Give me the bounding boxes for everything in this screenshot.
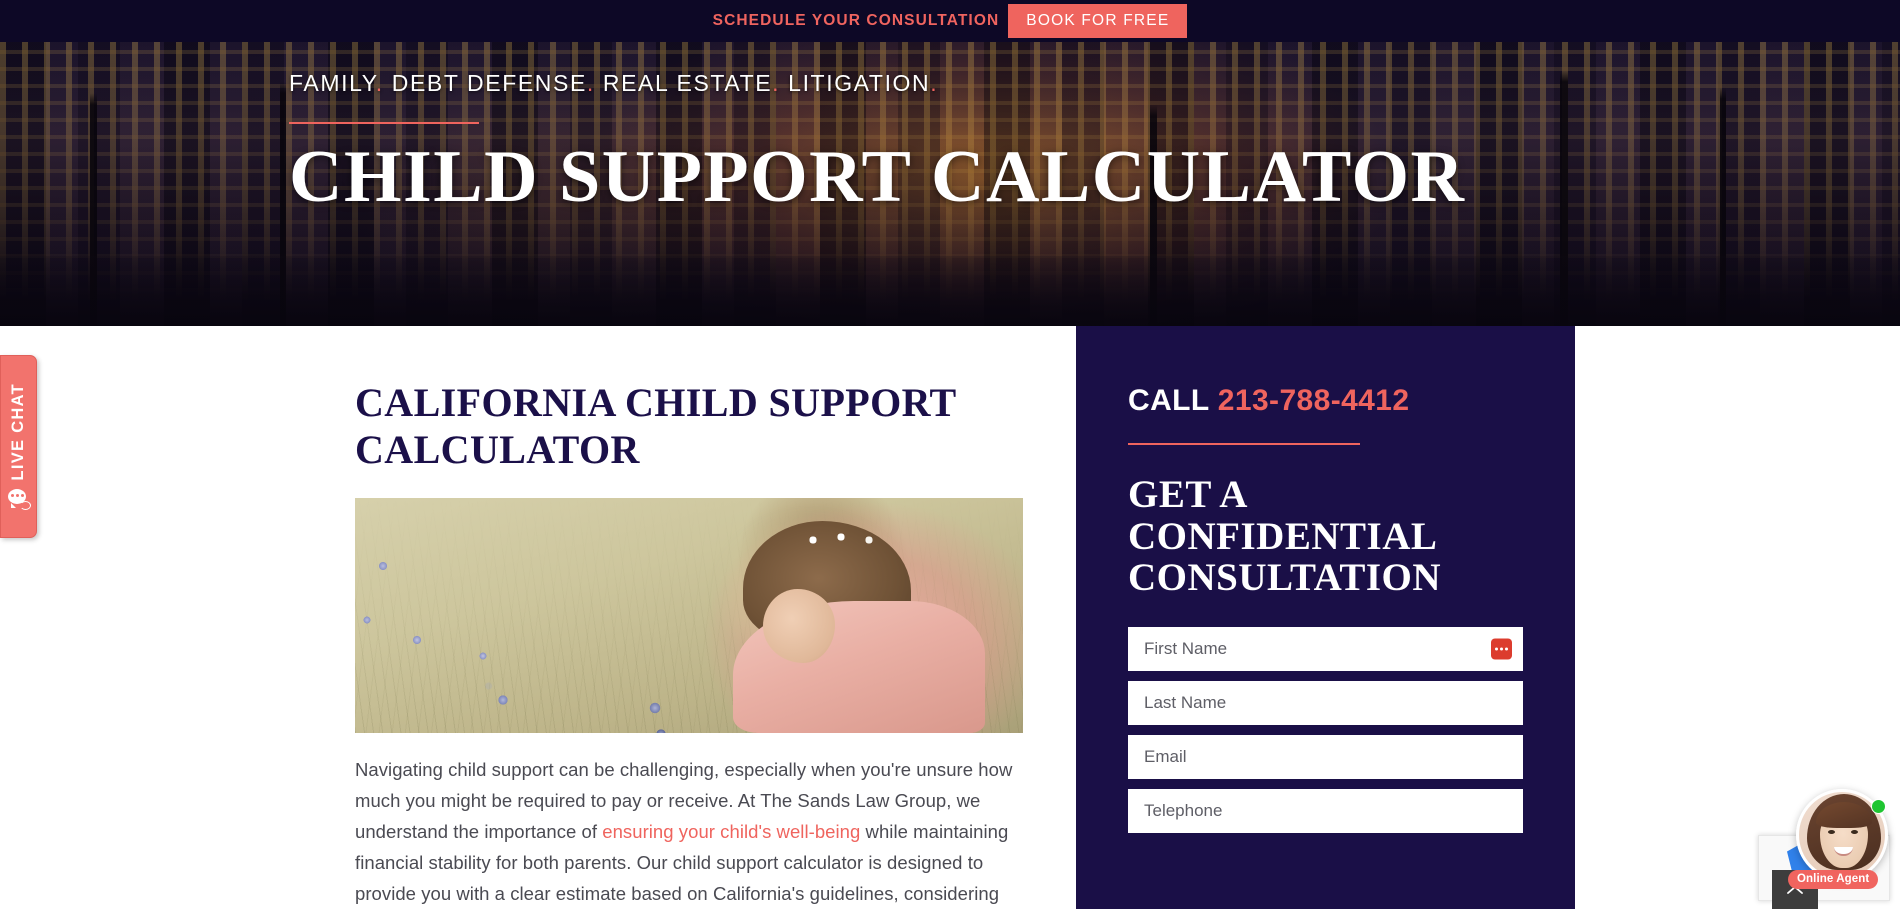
form-heading: GET A CONFIDENTIAL CONSULTATION [1128, 473, 1442, 600]
call-label: CALL [1128, 384, 1210, 417]
hero-content: FAMILY. DEBT DEFENSE. REAL ESTATE. LITIG… [289, 70, 1465, 216]
last-name-input[interactable] [1128, 681, 1523, 726]
article-column: CALIFORNIA CHILD SUPPORT CALCULATOR Navi… [355, 379, 1023, 909]
telephone-field-wrap [1128, 789, 1523, 834]
hero-banner: FAMILY. DEBT DEFENSE. REAL ESTATE. LITIG… [0, 42, 1900, 326]
email-field-wrap [1128, 735, 1523, 780]
cornflowers [355, 548, 685, 734]
first-name-field-wrap [1128, 627, 1523, 672]
announcement-bar: SCHEDULE YOUR CONSULTATION BOOK FOR FREE [0, 0, 1900, 42]
online-agent-badge: Online Agent [1788, 870, 1879, 889]
call-row: CALL 213-788-4412 [1128, 384, 1523, 418]
email-input[interactable] [1128, 735, 1523, 780]
flower-crown [805, 531, 897, 550]
girl-figure [685, 515, 985, 734]
practice-area-family: FAMILY [289, 70, 376, 96]
consultation-form [1128, 627, 1523, 834]
practice-area-real-estate: REAL ESTATE [602, 70, 773, 96]
online-agent-widget[interactable]: Online Agent [1788, 789, 1888, 889]
section-heading: CALIFORNIA CHILD SUPPORT CALCULATOR [355, 380, 956, 473]
live-chat-label: LIVE CHAT [9, 383, 27, 481]
online-status-dot [1871, 799, 1886, 814]
call-divider [1128, 443, 1360, 445]
separator-dot: . [586, 70, 595, 96]
separator-dot: . [930, 70, 939, 96]
autofill-dots-icon[interactable] [1491, 638, 1512, 660]
main-content-area: CALIFORNIA CHILD SUPPORT CALCULATOR Navi… [0, 326, 1900, 909]
practice-area-litigation: LITIGATION [788, 70, 931, 96]
page-root: SCHEDULE YOUR CONSULTATION BOOK FOR FREE… [0, 0, 1900, 909]
article-image [355, 498, 1023, 734]
first-name-input[interactable] [1128, 627, 1523, 672]
separator-dot: . [772, 70, 781, 96]
page-title: CHILD SUPPORT CALCULATOR [289, 136, 1466, 218]
last-name-field-wrap [1128, 681, 1523, 726]
book-for-free-button[interactable]: BOOK FOR FREE [1008, 3, 1188, 39]
separator-dot: . [375, 70, 384, 96]
hero-road-layer [0, 256, 1900, 326]
practice-area-debt-defense: DEBT DEFENSE [391, 70, 587, 96]
hero-practice-areas: FAMILY. DEBT DEFENSE. REAL ESTATE. LITIG… [289, 70, 1465, 97]
child-wellbeing-link[interactable]: ensuring your child's well-being [602, 821, 860, 842]
article-paragraph: Navigating child support can be challeng… [355, 755, 1023, 909]
hero-divider [289, 122, 479, 124]
phone-number-link[interactable]: 213-788-4412 [1218, 384, 1410, 417]
chat-bubble-icon [7, 488, 31, 510]
announcement-text: SCHEDULE YOUR CONSULTATION [712, 12, 1000, 29]
live-chat-tab[interactable]: LIVE CHAT [0, 355, 37, 538]
consultation-form-panel: CALL 213-788-4412 GET A CONFIDENTIAL CON… [1076, 326, 1575, 909]
telephone-input[interactable] [1128, 789, 1523, 834]
